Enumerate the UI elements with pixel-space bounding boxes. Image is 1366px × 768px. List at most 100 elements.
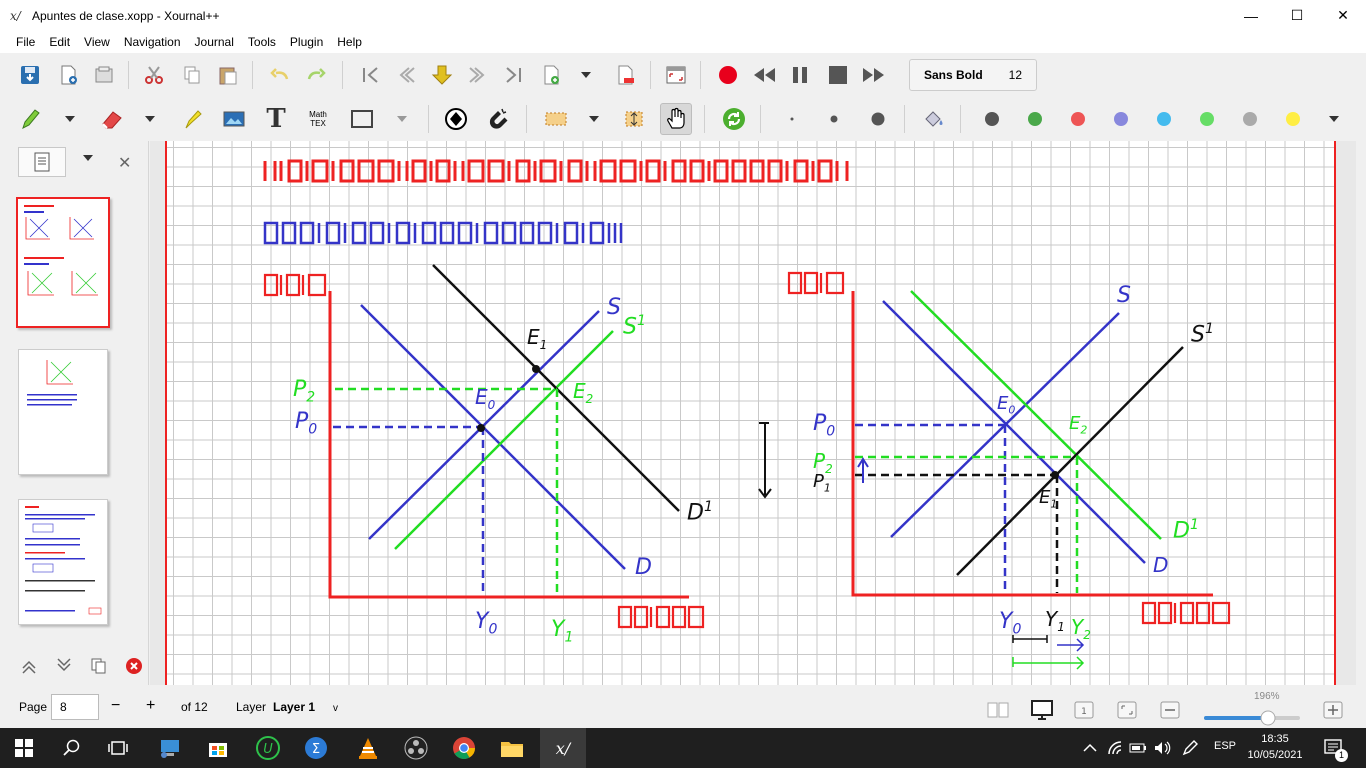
taskbar-app-sigma[interactable]: Σ [304, 736, 328, 760]
search-button[interactable] [60, 736, 84, 760]
thick-width-button[interactable] [862, 103, 894, 135]
page-thumbnail[interactable] [18, 499, 108, 625]
taskbar-app-explorer[interactable] [500, 736, 524, 760]
fullscreen-button[interactable] [660, 59, 692, 91]
select-rect-button[interactable] [540, 103, 572, 135]
menu-plugin[interactable]: Plugin [283, 31, 330, 53]
color-lavender[interactable] [1114, 112, 1128, 126]
document-page[interactable]: P2 P0 S S1 E1 E0 E2 D1 D Y0 Y1 S S1 P0 P… [165, 141, 1336, 685]
grid-snap-button[interactable] [482, 103, 514, 135]
shape-dropdown[interactable] [390, 103, 414, 135]
input-language[interactable]: ESP [1214, 740, 1236, 752]
thin-width-button[interactable] [776, 103, 808, 135]
start-button[interactable] [12, 736, 36, 760]
pause-button[interactable] [784, 59, 816, 91]
wifi-button[interactable] [1106, 736, 1126, 760]
canvas-area[interactable]: P2 P0 S S1 E1 E0 E2 D1 D Y0 Y1 S S1 P0 P… [150, 141, 1356, 685]
copy-page-button[interactable] [85, 651, 114, 681]
notification-center-button[interactable]: 1 [1322, 736, 1348, 762]
paste-button[interactable] [212, 59, 244, 91]
previous-page-button[interactable] [390, 59, 422, 91]
taskbar-app-vlc[interactable] [356, 736, 380, 760]
taskbar-app-upwork[interactable]: U [256, 736, 280, 760]
page-increment-button[interactable]: + [146, 697, 155, 715]
menu-help[interactable]: Help [330, 31, 369, 53]
text-tool-button[interactable]: T [260, 103, 292, 135]
move-page-up-button[interactable] [14, 651, 43, 681]
color-light-green[interactable] [1200, 112, 1214, 126]
fill-button[interactable] [918, 103, 950, 135]
color-green[interactable] [1028, 112, 1042, 126]
first-page-button[interactable] [354, 59, 386, 91]
page-thumbnail[interactable] [18, 349, 108, 475]
taskbar-app-xournal[interactable]: x/ [551, 736, 575, 760]
two-page-view-button[interactable] [986, 700, 1010, 720]
battery-button[interactable] [1128, 736, 1148, 760]
page-thumbnail[interactable] [16, 197, 110, 328]
taskbar-app-chrome[interactable] [452, 736, 476, 760]
refresh-button[interactable] [718, 103, 750, 135]
sidebar-close-icon[interactable]: ✕ [118, 153, 131, 173]
vertical-scrollbar[interactable] [1356, 141, 1366, 685]
pen-dropdown[interactable] [58, 103, 82, 135]
system-clock[interactable]: 18:35 10/05/2021 [1240, 731, 1310, 763]
taskbar-app-obs[interactable] [404, 736, 428, 760]
redo-button[interactable] [300, 59, 332, 91]
next-page-button[interactable] [462, 59, 494, 91]
page-number-input[interactable]: 8 [51, 694, 99, 720]
eraser-dropdown[interactable] [138, 103, 162, 135]
menu-file[interactable]: File [9, 31, 42, 53]
show-hidden-icons-button[interactable] [1080, 736, 1100, 760]
undo-button[interactable] [264, 59, 296, 91]
record-button[interactable] [712, 59, 744, 91]
sidebar-view-selector[interactable] [18, 147, 66, 177]
zoom-100-button[interactable]: 1 [1074, 701, 1094, 719]
image-tool-button[interactable] [218, 103, 250, 135]
taskbar-app-network[interactable] [158, 736, 182, 760]
toolbar-overflow-dropdown[interactable] [1322, 103, 1346, 135]
menu-journal[interactable]: Journal [188, 31, 241, 53]
eraser-tool-button[interactable] [96, 103, 128, 135]
zoom-fit-button[interactable] [1117, 701, 1137, 719]
volume-button[interactable] [1152, 736, 1172, 760]
last-page-button[interactable] [498, 59, 530, 91]
font-selector-button[interactable]: Sans Bold 12 [909, 59, 1037, 91]
select-dropdown[interactable] [582, 103, 606, 135]
medium-width-button[interactable] [818, 103, 850, 135]
menu-navigation[interactable]: Navigation [117, 31, 188, 53]
page-decrement-button[interactable]: − [111, 697, 120, 715]
copy-button[interactable] [176, 59, 208, 91]
highlighter-tool-button[interactable] [176, 103, 208, 135]
menu-edit[interactable]: Edit [42, 31, 77, 53]
presentation-view-button[interactable] [1030, 699, 1054, 721]
rewind-button[interactable] [748, 59, 780, 91]
pen-ink-button[interactable] [1180, 736, 1200, 760]
cut-button[interactable] [138, 59, 170, 91]
color-cyan[interactable] [1157, 112, 1171, 126]
color-gray[interactable] [1243, 112, 1257, 126]
new-document-button[interactable] [52, 59, 84, 91]
open-button[interactable] [88, 59, 120, 91]
layer-dropdown[interactable]: v [333, 703, 338, 714]
menu-view[interactable]: View [77, 31, 117, 53]
stop-button[interactable] [822, 59, 854, 91]
layer-selector[interactable]: Layer 1 [273, 700, 315, 714]
math-tex-button[interactable]: Math TEX [302, 103, 334, 135]
zoom-out-button[interactable] [1160, 701, 1180, 719]
save-button[interactable] [14, 59, 46, 91]
rotation-snap-button[interactable] [440, 103, 472, 135]
task-view-button[interactable] [106, 736, 130, 760]
shape-tool-button[interactable] [346, 103, 378, 135]
color-red[interactable] [1071, 112, 1085, 126]
menu-tools[interactable]: Tools [241, 31, 283, 53]
zoom-in-button[interactable] [1323, 701, 1343, 719]
delete-page-sidebar-button[interactable] [120, 651, 149, 681]
hand-tool-button[interactable] [660, 103, 692, 135]
close-button[interactable]: ✕ [1320, 0, 1366, 31]
taskbar-app-store[interactable] [206, 736, 230, 760]
zoom-slider[interactable] [1204, 710, 1300, 726]
move-page-down-button[interactable] [49, 651, 78, 681]
insert-page-button[interactable] [536, 59, 568, 91]
fast-forward-button[interactable] [858, 59, 890, 91]
color-dark-gray[interactable] [985, 112, 999, 126]
